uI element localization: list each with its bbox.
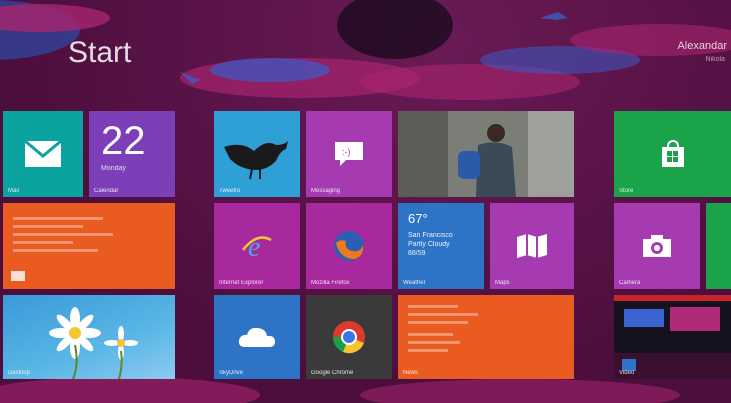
desktop-tile[interactable]: Desktop — [3, 295, 175, 379]
chrome-label: Google Chrome — [311, 370, 354, 376]
photo-person-walking — [398, 111, 574, 197]
news-tile[interactable]: News — [398, 295, 574, 379]
store-tile[interactable]: Store — [614, 111, 731, 197]
desktop-label: Desktop — [8, 370, 31, 376]
maps-label: Maps — [495, 280, 510, 286]
messaging-tile[interactable]: :-) Messaging — [306, 111, 392, 197]
messaging-wide-tile[interactable] — [3, 203, 175, 289]
news-label: News — [403, 370, 419, 376]
chat-icon: :-) — [306, 111, 392, 197]
video-label: Video — [619, 370, 635, 376]
user-subtitle: Nikola — [705, 56, 725, 63]
mail-label: Mail — [8, 188, 20, 194]
daisy-wallpaper — [49, 307, 138, 379]
photos-tile[interactable] — [398, 111, 574, 197]
weather-label: Weather — [403, 280, 426, 286]
firefox-icon — [306, 203, 392, 289]
ie-icon: e — [214, 203, 300, 289]
calendar-tile[interactable]: 22 Monday Calendar — [89, 111, 175, 197]
calendar-day: Monday — [101, 165, 126, 172]
svg-text::-): :-) — [342, 147, 351, 157]
firefox-tile[interactable]: Mozilla Firefox — [306, 203, 392, 289]
video-thumbnail — [614, 295, 731, 379]
weather-temp: 67° — [408, 211, 428, 226]
bird-icon — [224, 141, 288, 180]
svg-text:e: e — [248, 232, 260, 262]
maps-tile[interactable]: Maps — [490, 203, 574, 289]
camera-label: Camera — [619, 280, 641, 286]
green-partial-tile[interactable] — [706, 203, 731, 289]
skydrive-tile[interactable]: SkyDrive — [214, 295, 300, 379]
tweetro-tile[interactable]: Tweetro — [214, 111, 300, 197]
cloud-icon — [214, 295, 300, 379]
chrome-icon — [306, 295, 392, 379]
internet-explorer-tile[interactable]: e Internet Explorer — [214, 203, 300, 289]
store-bag-icon — [614, 111, 731, 197]
weather-tile[interactable]: 67° San Francisco Partly Cloudy 68/59 We… — [398, 203, 484, 289]
video-tile[interactable]: Video — [614, 295, 731, 379]
firefox-label: Mozilla Firefox — [311, 280, 350, 286]
user-name[interactable]: Alexandar — [677, 40, 727, 52]
camera-tile[interactable]: Camera — [614, 203, 700, 289]
weather-city: San Francisco — [408, 232, 453, 239]
skydrive-label: SkyDrive — [219, 370, 244, 376]
mail-icon — [3, 111, 83, 197]
camera-icon — [614, 203, 700, 289]
map-icon — [490, 203, 574, 289]
page-title: Start — [68, 36, 132, 69]
mail-tile[interactable]: Mail — [3, 111, 83, 197]
weather-range: 68/59 — [408, 250, 426, 257]
store-label: Store — [619, 188, 634, 194]
messaging-label: Messaging — [311, 188, 341, 194]
tweetro-label: Tweetro — [219, 188, 241, 194]
ie-label: Internet Explorer — [219, 280, 264, 286]
calendar-label: Calendar — [94, 188, 119, 194]
weather-condition: Partly Cloudy — [408, 241, 450, 248]
people-icon — [11, 271, 25, 281]
calendar-date: 22 — [101, 119, 146, 163]
start-screen: Start Alexandar Nikola Mail 22 Monday Ca… — [0, 0, 731, 403]
chrome-tile[interactable]: Google Chrome — [306, 295, 392, 379]
